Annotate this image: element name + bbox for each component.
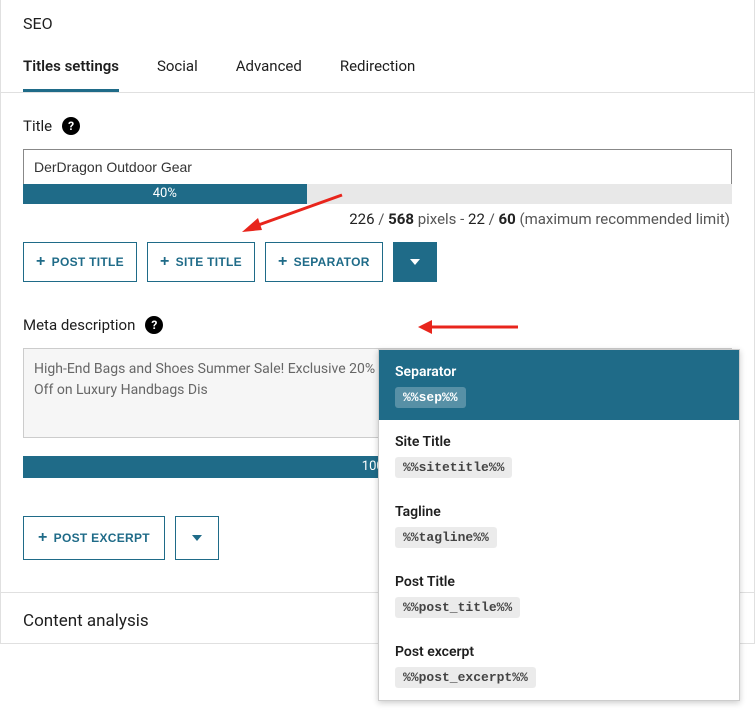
meta-label: Meta description — [23, 316, 135, 334]
tab-redirection[interactable]: Redirection — [340, 57, 415, 92]
chip-post-title[interactable]: +POST TITLE — [23, 242, 137, 282]
plus-icon: + — [38, 530, 48, 546]
plus-icon: + — [36, 254, 46, 270]
title-expand-button[interactable] — [393, 242, 437, 282]
meta-expand-button[interactable] — [175, 516, 219, 560]
chevron-down-icon — [192, 535, 202, 541]
title-progress-track: 40% — [23, 184, 732, 204]
dropdown-item-separator[interactable]: Separator %%sep%% — [379, 350, 739, 420]
variables-dropdown-scroll[interactable]: Separator %%sep%% Site Title %%sitetitle… — [379, 350, 739, 701]
title-progress-bar: 40% — [23, 184, 307, 204]
title-input[interactable] — [23, 149, 732, 185]
title-label-row: Title ? — [23, 117, 732, 135]
chevron-down-icon — [410, 259, 420, 265]
tabs-row: Titles settings Social Advanced Redirect… — [1, 57, 754, 93]
dropdown-item-post-title[interactable]: Post Title %%post_title%% — [379, 560, 739, 630]
help-icon[interactable]: ? — [62, 117, 80, 135]
help-icon[interactable]: ? — [145, 316, 163, 334]
title-chips-row: +POST TITLE +SITE TITLE +SEPARATOR — [23, 242, 732, 282]
dropdown-item-site-title[interactable]: Site Title %%sitetitle%% — [379, 420, 739, 490]
meta-label-row: Meta description ? — [23, 316, 732, 334]
chip-site-title[interactable]: +SITE TITLE — [147, 242, 255, 282]
title-label: Title — [23, 117, 52, 135]
variables-dropdown: Separator %%sep%% Site Title %%sitetitle… — [378, 349, 740, 701]
chip-post-excerpt[interactable]: +POST EXCERPT — [23, 516, 165, 560]
title-section: Title ? 40% 226 / 568 pixels - 22 / 60 (… — [1, 93, 754, 282]
dropdown-item-post-excerpt[interactable]: Post excerpt %%post_excerpt%% — [379, 630, 739, 700]
title-stats: 226 / 568 pixels - 22 / 60 (maximum reco… — [23, 204, 732, 242]
panel-title: SEO — [1, 0, 754, 39]
dropdown-item-tagline[interactable]: Tagline %%tagline%% — [379, 490, 739, 560]
plus-icon: + — [278, 254, 288, 270]
tab-titles-settings[interactable]: Titles settings — [23, 57, 119, 92]
chip-separator[interactable]: +SEPARATOR — [265, 242, 383, 282]
tab-social[interactable]: Social — [157, 57, 198, 92]
tab-advanced[interactable]: Advanced — [236, 57, 302, 92]
plus-icon: + — [160, 254, 170, 270]
